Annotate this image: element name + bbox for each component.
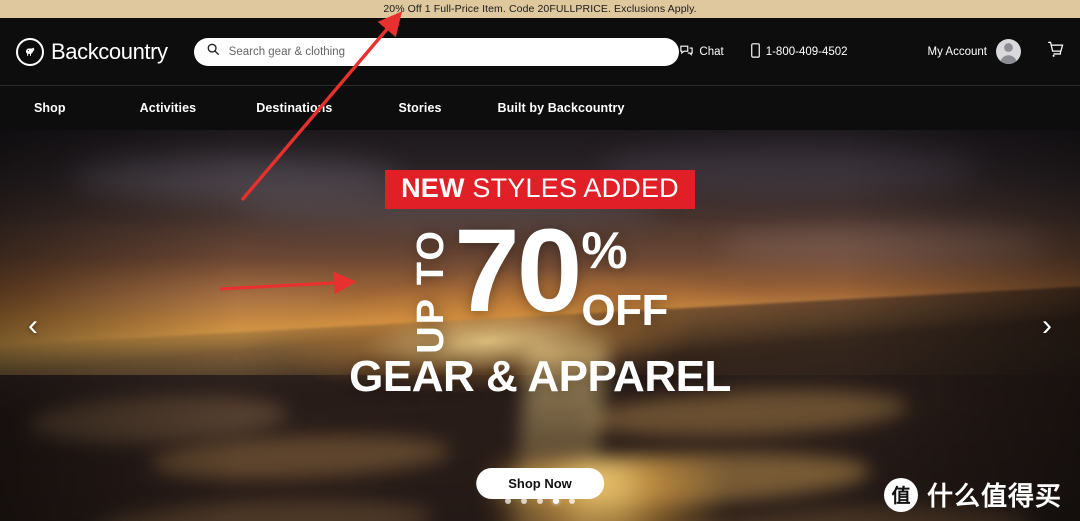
mobile-phone-icon [750,42,761,61]
hero-subject: GEAR & APPAREL [349,351,731,401]
header-actions: Chat 1-800-409-4502 My Account [679,39,1066,64]
nav-item-activities[interactable]: Activities [140,101,197,115]
nav-item-shop[interactable]: Shop [34,101,66,115]
carousel-dot-active[interactable] [553,498,559,504]
chat-label: Chat [699,45,724,58]
my-account-link[interactable]: My Account [928,39,1021,64]
chat-bubble-icon [679,43,694,61]
promo-bar[interactable]: 20% Off 1 Full-Price Item. Code 20FULLPR… [0,0,1080,18]
phone-link[interactable]: 1-800-409-4502 [750,42,848,61]
nav-item-stories[interactable]: Stories [398,101,441,115]
chevron-right-icon[interactable]: › [1042,310,1052,341]
hero-discount-block: UP TO 70 % OFF [410,205,668,354]
hero-amount: 70 [454,205,582,337]
hero-up-to: UP TO [410,229,453,354]
hero-off: OFF [581,286,668,335]
my-account-label: My Account [927,45,987,58]
chat-link[interactable]: Chat [679,43,724,61]
nav-item-destinations[interactable]: Destinations [256,101,332,115]
hero-badge: NEW STYLES ADDED [385,170,695,209]
hero-badge-rest: STYLES ADDED [464,173,679,203]
search-icon [206,42,220,61]
phone-number: 1-800-409-4502 [765,45,848,58]
carousel-dots [505,498,575,504]
hero-percent-sign: % [581,222,628,280]
shopping-cart-icon [1048,41,1064,57]
watermark: 值 什么值得买 [883,476,1062,513]
chevron-left-icon[interactable]: ‹ [28,310,38,341]
search-bar[interactable] [193,37,680,66]
site-header: Backcountry Chat 1-800-409-4502 [0,18,1080,85]
nav-item-built-by-backcountry[interactable]: Built by Backcountry [498,101,625,115]
brand-name: Backcountry [51,38,168,64]
goat-in-circle-icon [16,37,44,66]
watermark-badge: 值 [883,477,918,512]
watermark-text: 什么值得买 [926,482,1062,512]
carousel-dot[interactable] [537,498,543,504]
carousel-dot[interactable] [505,498,511,504]
avatar [996,39,1021,64]
cart-button[interactable] [1047,40,1066,64]
hero-badge-strong: NEW [401,173,465,203]
shop-now-button[interactable]: Shop Now [476,468,604,499]
search-input[interactable] [228,45,668,58]
hero-copy: NEW STYLES ADDED UP TO 70 % OFF GEAR & A… [0,170,1080,402]
promo-text: 20% Off 1 Full-Price Item. Code 20FULLPR… [383,3,697,15]
carousel-dot[interactable] [569,498,575,504]
hero-carousel: NEW STYLES ADDED UP TO 70 % OFF GEAR & A… [0,130,1080,521]
carousel-dot[interactable] [521,498,527,504]
logo[interactable]: Backcountry [16,37,168,66]
main-nav: Shop Activities Destinations Stories Bui… [0,85,1080,130]
